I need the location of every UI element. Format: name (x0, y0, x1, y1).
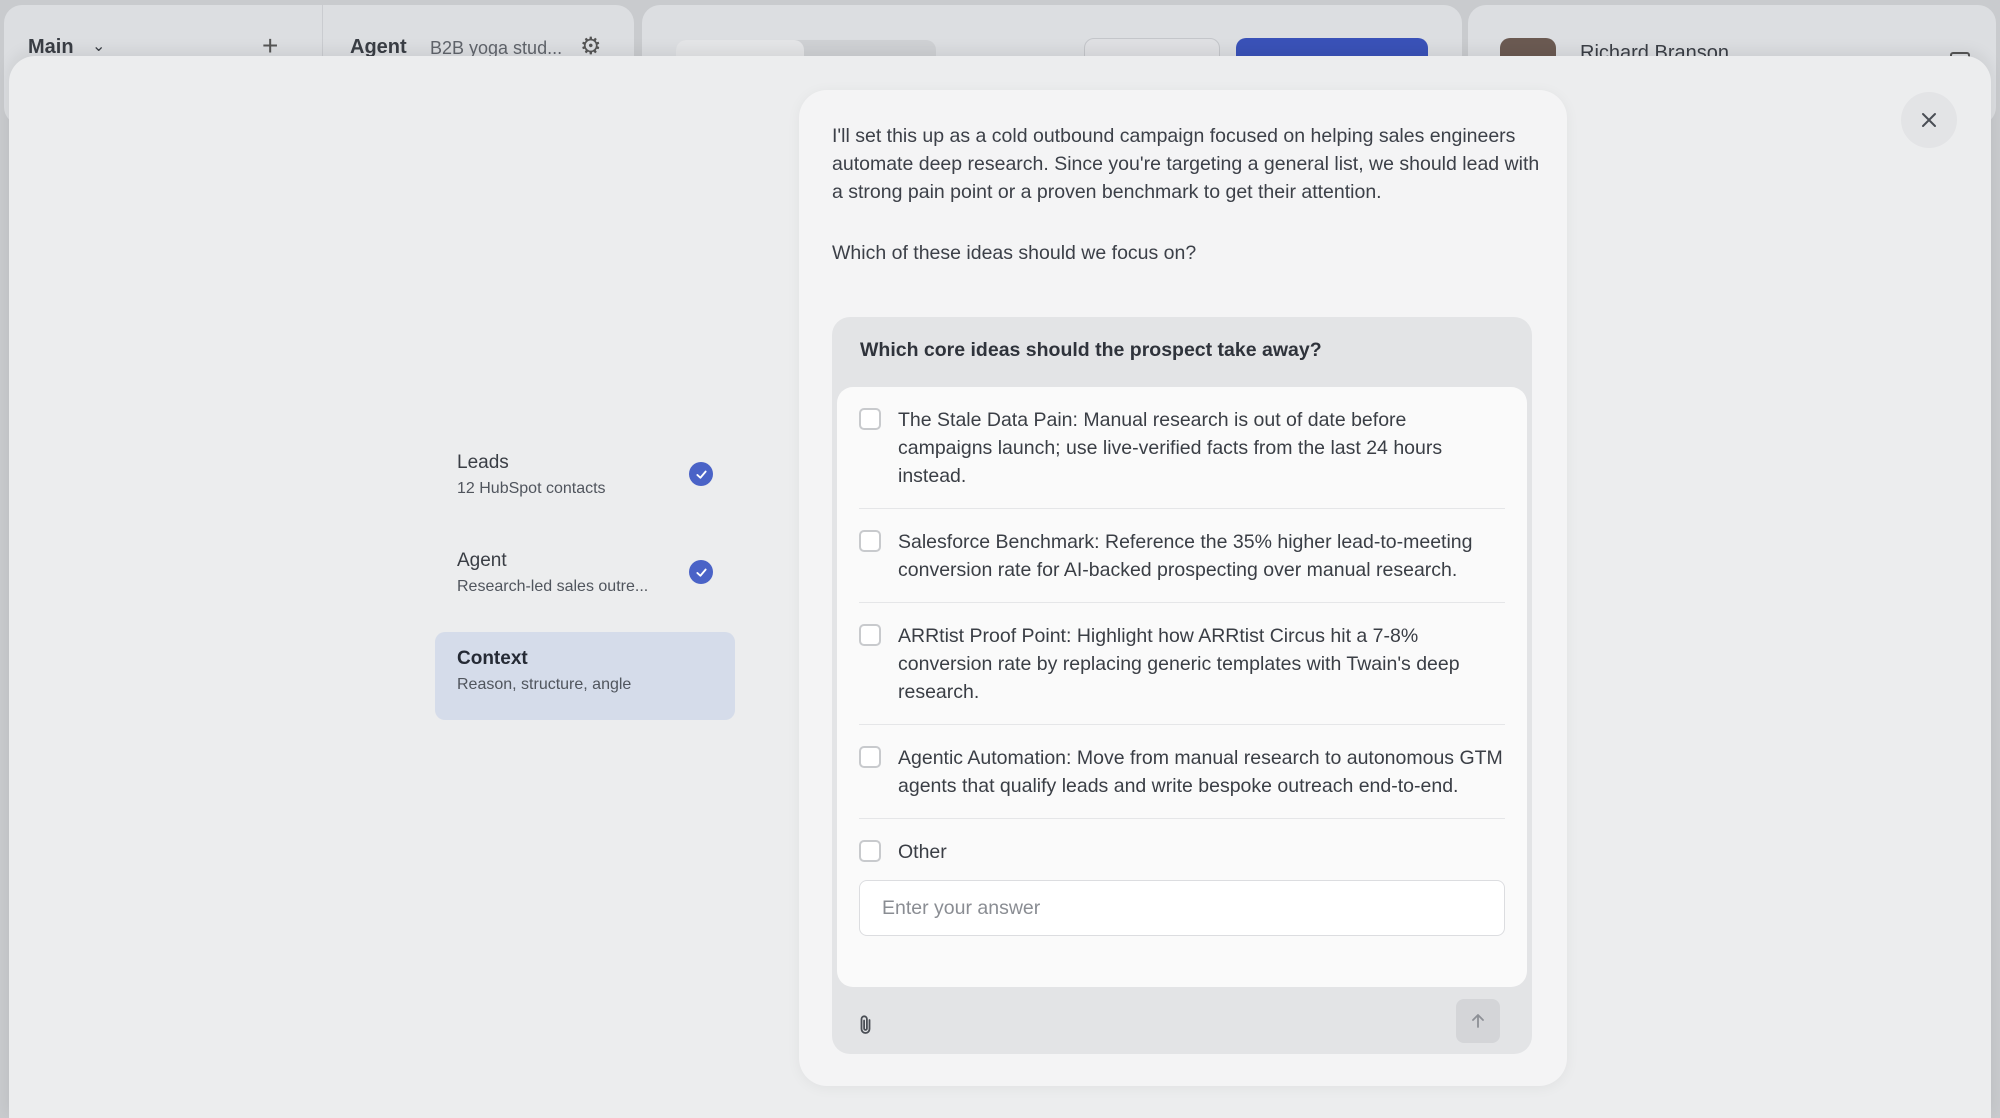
step-title: Context (457, 648, 528, 669)
step-subtitle: Reason, structure, angle (457, 676, 632, 693)
close-icon (1922, 113, 1936, 127)
option-salesforce-benchmark[interactable]: Salesforce Benchmark: Reference the 35% … (859, 509, 1505, 603)
setup-steps: Leads 12 HubSpot contacts Agent Research… (435, 436, 735, 730)
campaign-setup-modal: Leads 12 HubSpot contacts Agent Research… (9, 56, 1991, 1118)
option-label: Other (898, 841, 947, 863)
option-checkbox[interactable] (859, 530, 881, 552)
step-title: Leads (457, 452, 509, 473)
option-arrtist-proof-point[interactable]: ARRtist Proof Point: Highlight how ARRti… (859, 603, 1505, 725)
option-checkbox[interactable] (859, 408, 881, 430)
option-stale-data-pain[interactable]: The Stale Data Pain: Manual research is … (859, 387, 1505, 509)
step-agent[interactable]: Agent Research-led sales outre... (435, 534, 735, 622)
send-button[interactable] (1456, 999, 1500, 1043)
attach-button[interactable] (854, 1013, 878, 1037)
arrow-up-icon (1472, 1014, 1484, 1028)
chat-card: I'll set this up as a cold outbound camp… (799, 90, 1567, 1086)
option-label: Agentic Automation: Move from manual res… (898, 747, 1503, 797)
options-list: The Stale Data Pain: Manual research is … (837, 387, 1527, 987)
step-leads[interactable]: Leads 12 HubSpot contacts (435, 436, 735, 524)
option-checkbox[interactable] (859, 840, 881, 862)
chevron-down-icon: ⌄ (92, 38, 106, 55)
option-label: ARRtist Proof Point: Highlight how ARRti… (898, 625, 1460, 703)
step-context[interactable]: Context Reason, structure, angle (435, 632, 735, 720)
answer-input[interactable] (859, 880, 1505, 936)
option-agentic-automation[interactable]: Agentic Automation: Move from manual res… (859, 725, 1505, 819)
check-icon (689, 560, 713, 584)
step-title: Agent (457, 550, 507, 571)
option-checkbox[interactable] (859, 746, 881, 768)
assistant-question: Which of these ideas should we focus on? (832, 242, 1197, 264)
option-other[interactable]: Other (859, 819, 1505, 880)
question-title: Which core ideas should the prospect tak… (860, 339, 1322, 361)
option-label: Salesforce Benchmark: Reference the 35% … (898, 531, 1473, 581)
option-checkbox[interactable] (859, 624, 881, 646)
question-box: Which core ideas should the prospect tak… (832, 317, 1532, 1054)
close-button[interactable] (1901, 92, 1957, 148)
assistant-message: I'll set this up as a cold outbound camp… (832, 125, 1540, 203)
paperclip-icon (860, 1015, 871, 1034)
step-subtitle: 12 HubSpot contacts (457, 480, 606, 497)
option-label: The Stale Data Pain: Manual research is … (898, 409, 1443, 487)
check-icon (689, 462, 713, 486)
step-subtitle: Research-led sales outre... (457, 578, 649, 595)
